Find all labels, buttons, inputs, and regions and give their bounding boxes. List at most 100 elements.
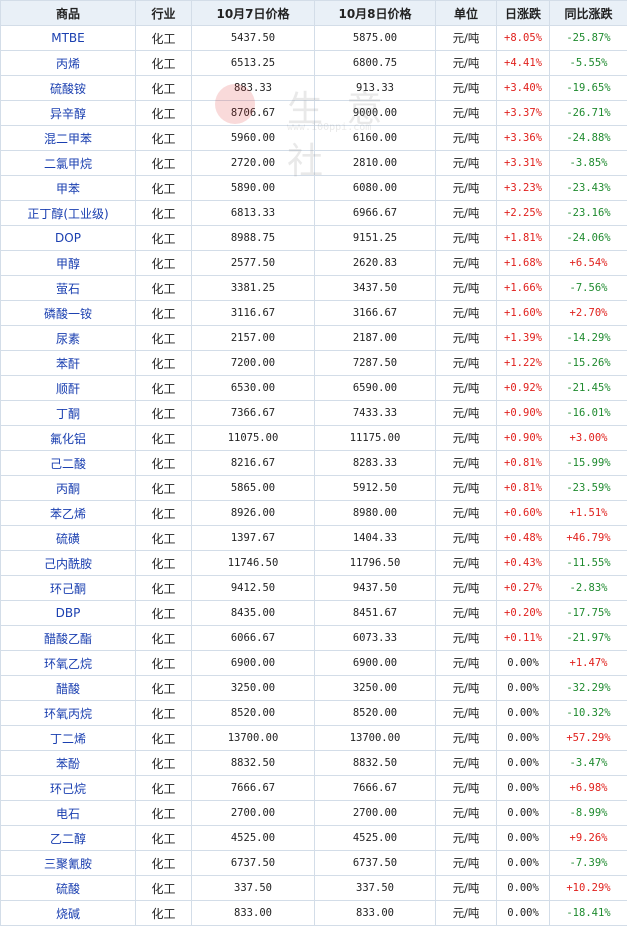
daily-change-cell: 0.00% — [496, 825, 550, 851]
industry-cell: 化工 — [135, 700, 192, 726]
product-link[interactable]: 苯酐 — [0, 350, 136, 376]
industry-cell: 化工 — [135, 550, 192, 576]
industry-cell: 化工 — [135, 350, 192, 376]
yoy-change-cell: -16.01% — [549, 400, 627, 426]
product-link[interactable]: 硫酸铵 — [0, 75, 136, 101]
table-row: 硫磺 化工 1397.67 1404.33 元/吨 +0.48% +46.79% — [0, 525, 627, 551]
unit-cell: 元/吨 — [435, 825, 497, 851]
product-link[interactable]: 醋酸 — [0, 675, 136, 701]
price-oct7-cell: 1397.67 — [191, 525, 315, 551]
product-link[interactable]: 己内酰胺 — [0, 550, 136, 576]
product-link[interactable]: 环氧乙烷 — [0, 650, 136, 676]
industry-cell: 化工 — [135, 525, 192, 551]
product-link[interactable]: 丙酮 — [0, 475, 136, 501]
yoy-change-cell: -3.47% — [549, 750, 627, 776]
header-yoy-change[interactable]: 同比涨跌 — [549, 0, 627, 26]
industry-cell: 化工 — [135, 375, 192, 401]
product-link[interactable]: 三聚氰胺 — [0, 850, 136, 876]
product-link[interactable]: 环己烷 — [0, 775, 136, 801]
product-link[interactable]: 醋酸乙酯 — [0, 625, 136, 651]
product-link[interactable]: 氟化铝 — [0, 425, 136, 451]
price-oct8-cell: 8283.33 — [314, 450, 436, 476]
table-row: 醋酸乙酯 化工 6066.67 6073.33 元/吨 +0.11% -21.97% — [0, 625, 627, 651]
product-link[interactable]: DOP — [0, 225, 136, 251]
industry-cell: 化工 — [135, 325, 192, 351]
daily-change-cell: +1.60% — [496, 300, 550, 326]
price-oct8-cell: 6800.75 — [314, 50, 436, 76]
table-row: 甲苯 化工 5890.00 6080.00 元/吨 +3.23% -23.43% — [0, 175, 627, 201]
price-oct7-cell: 6900.00 — [191, 650, 315, 676]
daily-change-cell: 0.00% — [496, 700, 550, 726]
product-link[interactable]: MTBE — [0, 25, 136, 51]
product-link[interactable]: 己二酸 — [0, 450, 136, 476]
table-row: DBP 化工 8435.00 8451.67 元/吨 +0.20% -17.75% — [0, 600, 627, 626]
industry-cell: 化工 — [135, 850, 192, 876]
product-link[interactable]: 二氯甲烷 — [0, 150, 136, 176]
product-link[interactable]: 苯乙烯 — [0, 500, 136, 526]
yoy-change-cell: +6.98% — [549, 775, 627, 801]
table-row: 环己烷 化工 7666.67 7666.67 元/吨 0.00% +6.98% — [0, 775, 627, 801]
header-unit[interactable]: 单位 — [435, 0, 497, 26]
daily-change-cell: +0.81% — [496, 450, 550, 476]
unit-cell: 元/吨 — [435, 400, 497, 426]
product-link[interactable]: 异辛醇 — [0, 100, 136, 126]
price-oct8-cell: 7287.50 — [314, 350, 436, 376]
product-link[interactable]: 磷酸一铵 — [0, 300, 136, 326]
table-row: 甲醇 化工 2577.50 2620.83 元/吨 +1.68% +6.54% — [0, 250, 627, 276]
product-link[interactable]: 丁酮 — [0, 400, 136, 426]
price-oct7-cell: 5437.50 — [191, 25, 315, 51]
product-link[interactable]: 正丁醇(工业级) — [0, 200, 136, 226]
unit-cell: 元/吨 — [435, 125, 497, 151]
product-link[interactable]: 丙烯 — [0, 50, 136, 76]
table-row: 硫酸 化工 337.50 337.50 元/吨 0.00% +10.29% — [0, 875, 627, 901]
product-link[interactable]: 甲醇 — [0, 250, 136, 276]
yoy-change-cell: -24.88% — [549, 125, 627, 151]
price-oct7-cell: 9412.50 — [191, 575, 315, 601]
product-link[interactable]: DBP — [0, 600, 136, 626]
industry-cell: 化工 — [135, 200, 192, 226]
yoy-change-cell: +3.00% — [549, 425, 627, 451]
header-industry[interactable]: 行业 — [135, 0, 192, 26]
unit-cell: 元/吨 — [435, 500, 497, 526]
price-oct7-cell: 5960.00 — [191, 125, 315, 151]
header-product[interactable]: 商品 — [0, 0, 136, 26]
product-link[interactable]: 乙二醇 — [0, 825, 136, 851]
yoy-change-cell: +10.29% — [549, 875, 627, 901]
product-link[interactable]: 丁二烯 — [0, 725, 136, 751]
product-link[interactable]: 硫磺 — [0, 525, 136, 551]
header-daily-change[interactable]: 日涨跌 — [496, 0, 550, 26]
product-link[interactable]: 环氧丙烷 — [0, 700, 136, 726]
product-link[interactable]: 顺酐 — [0, 375, 136, 401]
daily-change-cell: 0.00% — [496, 800, 550, 826]
header-price-oct7[interactable]: 10月7日价格 — [191, 0, 315, 26]
product-link[interactable]: 萤石 — [0, 275, 136, 301]
daily-change-cell: +3.40% — [496, 75, 550, 101]
yoy-change-cell: -26.71% — [549, 100, 627, 126]
product-link[interactable]: 环己酮 — [0, 575, 136, 601]
product-link[interactable]: 苯酚 — [0, 750, 136, 776]
product-link[interactable]: 硫酸 — [0, 875, 136, 901]
price-oct7-cell: 11075.00 — [191, 425, 315, 451]
unit-cell: 元/吨 — [435, 550, 497, 576]
product-link[interactable]: 甲苯 — [0, 175, 136, 201]
price-oct7-cell: 3116.67 — [191, 300, 315, 326]
table-row: 醋酸 化工 3250.00 3250.00 元/吨 0.00% -32.29% — [0, 675, 627, 701]
industry-cell: 化工 — [135, 725, 192, 751]
product-link[interactable]: 混二甲苯 — [0, 125, 136, 151]
table-row: 氟化铝 化工 11075.00 11175.00 元/吨 +0.90% +3.00% — [0, 425, 627, 451]
price-oct8-cell: 913.33 — [314, 75, 436, 101]
daily-change-cell: +0.90% — [496, 425, 550, 451]
product-link[interactable]: 电石 — [0, 800, 136, 826]
yoy-change-cell: -7.56% — [549, 275, 627, 301]
product-link[interactable]: 烧碱 — [0, 900, 136, 926]
header-price-oct8[interactable]: 10月8日价格 — [314, 0, 436, 26]
unit-cell: 元/吨 — [435, 225, 497, 251]
price-oct7-cell: 833.00 — [191, 900, 315, 926]
unit-cell: 元/吨 — [435, 675, 497, 701]
industry-cell: 化工 — [135, 75, 192, 101]
yoy-change-cell: -23.16% — [549, 200, 627, 226]
product-link[interactable]: 尿素 — [0, 325, 136, 351]
price-oct8-cell: 3437.50 — [314, 275, 436, 301]
daily-change-cell: +2.25% — [496, 200, 550, 226]
yoy-change-cell: -7.39% — [549, 850, 627, 876]
